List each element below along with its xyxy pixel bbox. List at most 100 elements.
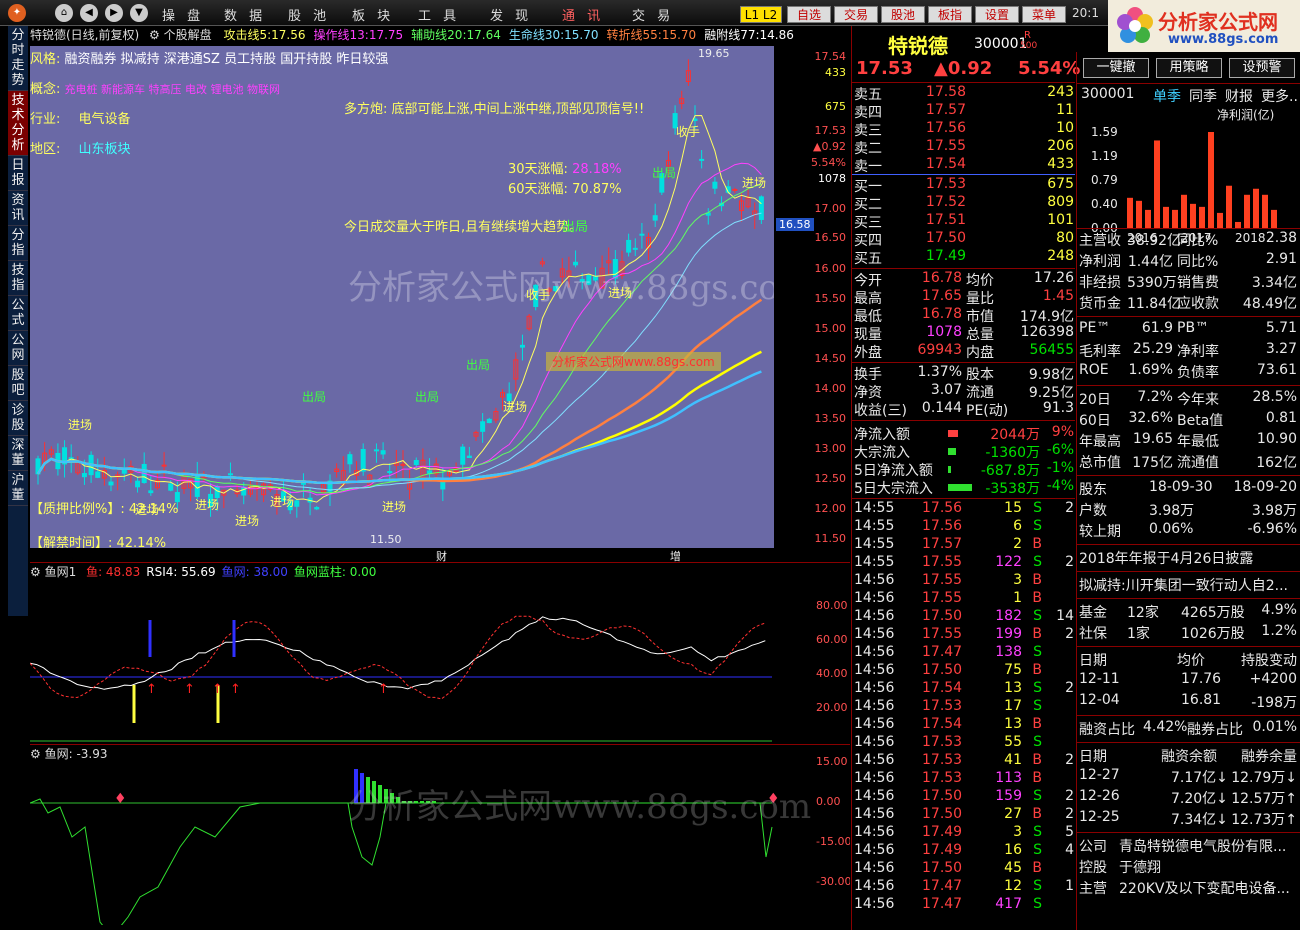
stat-row[interactable]: 外盘 69943 内盘 56455 [852, 342, 1076, 361]
caidan-button[interactable]: 菜单 [1022, 6, 1066, 23]
tick-row[interactable]: 14:56 17.53 55 S [852, 734, 1076, 752]
bid-row[interactable]: 买三 17.51 101 [852, 212, 1076, 231]
yuwang1-panel[interactable]: ⚙ 鱼网1 鱼: 48.83 RSI4: 55.69 鱼网: 38.00 鱼网蓝柱: … [30, 562, 850, 742]
tab-tongji[interactable]: 同季 [1189, 86, 1217, 106]
menu-jiaoyi[interactable]: 交 易 [632, 5, 674, 24]
stat-row[interactable]: 今开 16.78 均价 17.26 [852, 270, 1076, 289]
tab-danji[interactable]: 单季 [1153, 86, 1181, 106]
margin-row: 融资占比 4.42% 融券占比 0.01% [1077, 719, 1300, 739]
tick-row[interactable]: 14:56 17.50 182 S 14 [852, 608, 1076, 626]
tick-row[interactable]: 14:56 17.50 45 B [852, 860, 1076, 878]
tick-row[interactable]: 14:56 17.54 13 S 2 [852, 680, 1076, 698]
tick-row[interactable]: 14:56 17.55 199 B 2 [852, 626, 1076, 644]
tick-side: B [1032, 806, 1042, 822]
tab-fenzhi[interactable]: 分指 [8, 226, 28, 261]
bid-row[interactable]: 买五 17.49 248 [852, 248, 1076, 267]
tab-caibao[interactable]: 财报 [1225, 86, 1253, 106]
stat-row[interactable]: 最高 17.65 量比 1.45 [852, 288, 1076, 307]
stat-row[interactable]: 现量 1078 总量 126398 [852, 324, 1076, 343]
watermark-badge: 分析家公式网www.88gs.com [546, 352, 721, 371]
flow-row[interactable]: 5日净流入额 -687.8万 -1% [852, 460, 1076, 479]
tab-gongshi[interactable]: 公式 [8, 296, 28, 331]
tab-hudong[interactable]: 沪董 [8, 471, 28, 506]
strategy-button[interactable]: 用策略 [1156, 58, 1222, 78]
tick-row[interactable]: 14:55 17.55 122 S 2 [852, 554, 1076, 572]
cancel-all-button[interactable]: 一键撤 [1083, 58, 1149, 78]
ask-row[interactable]: 卖二 17.55 206 [852, 138, 1076, 157]
tick-row[interactable]: 14:56 17.53 41 B 2 [852, 752, 1076, 770]
zhangfu60-label: 60天涨幅: [508, 182, 568, 197]
tick-row[interactable]: 14:56 17.49 16 S 4 [852, 842, 1076, 860]
stat-row[interactable]: 净资 3.07 流通 9.25亿 [852, 382, 1076, 401]
tick-row[interactable]: 14:56 17.47 12 S 1 [852, 878, 1076, 896]
diqu-label: 地区: [30, 142, 61, 157]
zixuan-button[interactable]: 自选 [787, 6, 831, 23]
forward-icon[interactable]: ▶ [105, 4, 123, 22]
sub2-y-tick: -15.00 [816, 835, 850, 848]
tick-row[interactable]: 14:55 17.56 15 S 2 [852, 500, 1076, 518]
stat-row[interactable]: 最低 16.78 市值 174.9亿 [852, 306, 1076, 325]
tick-row[interactable]: 14:56 17.53 113 B [852, 770, 1076, 788]
ask-row[interactable]: 卖一 17.54 433 [852, 156, 1076, 175]
bid-row[interactable]: 买二 17.52 809 [852, 194, 1076, 213]
tick-row[interactable]: 14:56 17.50 75 B [852, 662, 1076, 680]
guchi-button[interactable]: 股池 [881, 6, 925, 23]
ask-row[interactable]: 卖三 17.56 10 [852, 120, 1076, 139]
tab-guba[interactable]: 股吧 [8, 366, 28, 401]
menu-shuju[interactable]: 数 据 [224, 5, 266, 24]
back-icon[interactable]: ◀ [80, 4, 98, 22]
gear-icon[interactable]: ⚙ [149, 28, 160, 42]
template-name[interactable]: 个股解盘 [164, 28, 212, 42]
menu-gongju[interactable]: 工 具 [418, 5, 460, 24]
tick-row[interactable]: 14:55 17.56 6 S [852, 518, 1076, 536]
stat-label: 量比 [966, 291, 994, 307]
bid-row[interactable]: 买四 17.50 80 [852, 230, 1076, 249]
flow-bar [948, 484, 972, 491]
menu-faxian[interactable]: 发 现 [490, 5, 532, 24]
tab-zhengu[interactable]: 诊股 [8, 401, 28, 436]
flow-row[interactable]: 净流入额 2044万 9% [852, 424, 1076, 443]
tick-row[interactable]: 14:56 17.47 417 S [852, 896, 1076, 914]
volume-note: 今日成交量大于昨日,且有继续增大趋势。 [344, 220, 583, 235]
tab-zixun[interactable]: 资讯 [8, 191, 28, 226]
tab-jishu[interactable]: 技术分析 [8, 91, 28, 156]
tick-row[interactable]: 14:55 17.57 2 B [852, 536, 1076, 554]
stat-row[interactable]: 收益(三) 0.144 PE(动) 91.3 [852, 400, 1076, 419]
tick-row[interactable]: 14:56 17.49 3 S 5 [852, 824, 1076, 842]
menu-caopan[interactable]: 操 盘 [162, 5, 204, 24]
shezhi-button[interactable]: 设置 [975, 6, 1019, 23]
tick-row[interactable]: 14:56 17.50 27 B 2 [852, 806, 1076, 824]
menu-guchi[interactable]: 股 池 [288, 5, 330, 24]
tab-ribao[interactable]: 日报 [8, 156, 28, 191]
home-icon[interactable]: ⌂ [55, 4, 73, 22]
menu-bankuai[interactable]: 板 块 [352, 5, 394, 24]
tick-row[interactable]: 14:56 17.50 159 S 2 [852, 788, 1076, 806]
alert-button[interactable]: 设预警 [1229, 58, 1295, 78]
tick-row[interactable]: 14:56 17.54 13 B [852, 716, 1076, 734]
tab-more[interactable]: 更多.. [1261, 86, 1298, 106]
f10-value: 3.34亿 [1251, 275, 1297, 291]
level-button[interactable]: L1 L2 [740, 6, 782, 23]
flow-row[interactable]: 大宗流入 -1360万 -6% [852, 442, 1076, 461]
jiaoyi-button[interactable]: 交易 [834, 6, 878, 23]
tick-row[interactable]: 14:56 17.55 1 B [852, 590, 1076, 608]
tab-gongwang[interactable]: 公网 [8, 331, 28, 366]
kline-chart[interactable]: 风格: 融资融券 拟减持 深港通SZ 员工持股 国开持股 昨日较强 概念: 充电… [30, 46, 774, 548]
ask-row[interactable]: 卖四 17.57 11 [852, 102, 1076, 121]
tick-count: 5 [1065, 824, 1074, 840]
ask-row[interactable]: 卖五 17.58 243 [852, 84, 1076, 103]
menu-tongxun[interactable]: 通 讯 [562, 5, 604, 24]
tab-jizhi[interactable]: 技指 [8, 261, 28, 296]
app-logo-icon[interactable]: ✦ [8, 4, 26, 22]
tick-row[interactable]: 14:56 17.47 138 S [852, 644, 1076, 662]
stat-row[interactable]: 换手 1.37% 股本 9.98亿 [852, 364, 1076, 383]
tick-row[interactable]: 14:56 17.53 17 S [852, 698, 1076, 716]
bid-row[interactable]: 买一 17.53 675 [852, 176, 1076, 195]
tab-shendong[interactable]: 深董 [8, 436, 28, 471]
tick-row[interactable]: 14:56 17.55 3 B [852, 572, 1076, 590]
yuwang-panel[interactable]: ⚙ 鱼网: -3.93 ♦ ♦ 15.00 0.00 -15.00 -30.00 分析家公… [30, 744, 850, 925]
tab-fenshi[interactable]: 分时走势 [8, 26, 28, 91]
dropdown-icon[interactable]: ▼ [130, 4, 148, 22]
banzhi-button[interactable]: 板指 [928, 6, 972, 23]
tick-side: B [1032, 590, 1042, 606]
